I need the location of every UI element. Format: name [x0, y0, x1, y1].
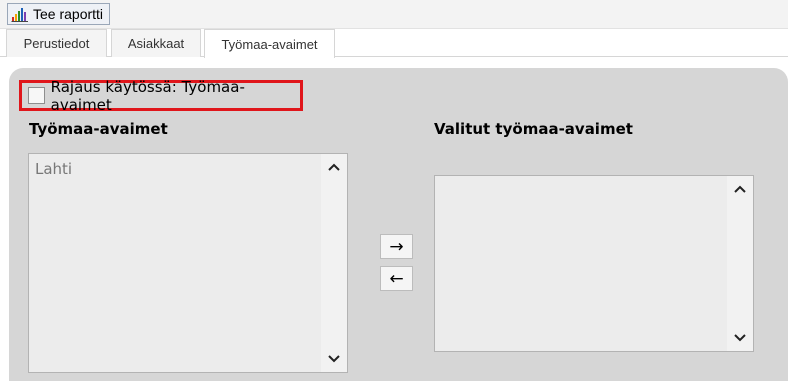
scroll-up-icon[interactable] — [321, 157, 347, 177]
add-selected-button[interactable]: → — [380, 234, 413, 259]
available-listbox[interactable]: Lahti — [28, 153, 348, 373]
tab-asiakkaat[interactable]: Asiakkaat — [111, 29, 201, 57]
available-list-title: Työmaa-avaimet — [29, 120, 168, 138]
scroll-down-icon[interactable] — [321, 349, 347, 369]
selected-list-title: Valitut työmaa-avaimet — [434, 120, 633, 138]
selected-listbox[interactable] — [434, 175, 754, 352]
available-scrollbar[interactable] — [321, 154, 347, 372]
arrow-left-icon: ← — [389, 268, 404, 289]
tab-perustiedot[interactable]: Perustiedot — [6, 29, 107, 57]
tab-tyomaa-avaimet[interactable]: Työmaa-avaimet — [204, 29, 335, 58]
create-report-label: Tee raportti — [33, 6, 104, 22]
list-item[interactable]: Lahti — [35, 160, 72, 178]
arrow-right-icon: → — [389, 236, 404, 257]
filter-enable-checkbox[interactable] — [28, 87, 45, 104]
tab-label: Asiakkaat — [127, 36, 185, 51]
scroll-up-icon[interactable] — [727, 179, 753, 199]
toolbar: Tee raportti — [0, 0, 788, 29]
tab-label: Perustiedot — [23, 36, 90, 51]
create-report-button[interactable]: Tee raportti — [7, 3, 111, 25]
filter-enable-row: Rajaus käytössä: Työmaa-avaimet — [19, 77, 303, 114]
tab-label: Työmaa-avaimet — [221, 36, 318, 52]
selected-scrollbar[interactable] — [727, 176, 753, 351]
bar-chart-icon — [11, 6, 29, 22]
filter-enable-label: Rajaus käytössä: Työmaa-avaimet — [50, 77, 245, 114]
tab-bar: Perustiedot Asiakkaat Työmaa-avaimet — [0, 29, 788, 58]
remove-selected-button[interactable]: ← — [380, 266, 413, 291]
scroll-down-icon[interactable] — [727, 328, 753, 348]
